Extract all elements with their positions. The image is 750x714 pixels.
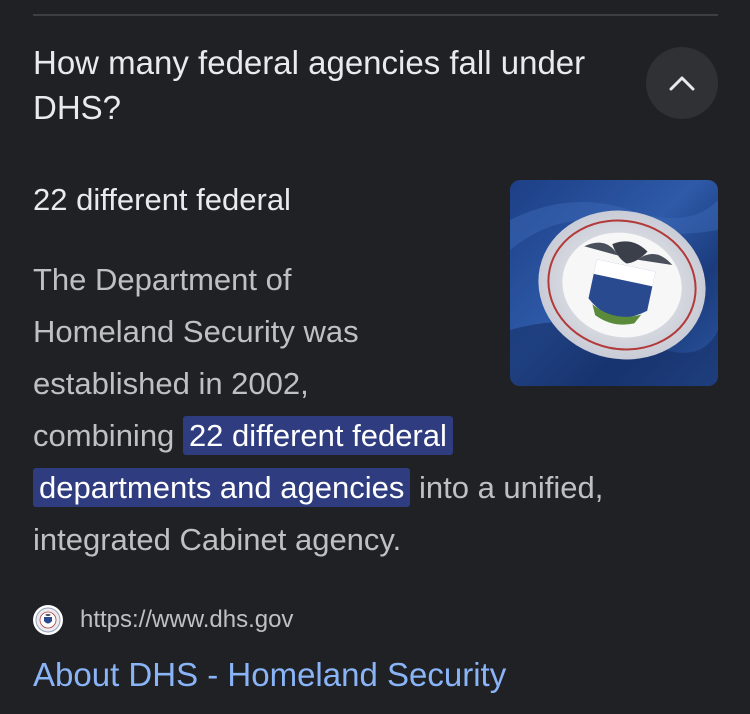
snippet-text: combining	[33, 418, 175, 453]
snippet-highlight: 22 different federal	[182, 416, 453, 455]
source-url[interactable]: https://www.dhs.gov	[80, 606, 293, 634]
snippet-line: integrated Cabinet agency.	[33, 522, 402, 557]
top-divider	[33, 14, 718, 16]
snippet-text: into a unified,	[418, 470, 604, 505]
short-answer: 22 different federal	[33, 182, 291, 217]
snippet-line: established in 2002,	[33, 366, 309, 401]
chevron-up-icon	[667, 73, 697, 93]
result-title-link[interactable]: About DHS - Homeland Security	[33, 654, 506, 696]
dhs-seal-icon	[33, 605, 63, 635]
source-link[interactable]: https://www.dhs.gov	[33, 603, 293, 637]
snippet-line: departments and agencies into a unified,	[33, 462, 733, 514]
snippet-line: combining 22 different federal	[33, 410, 733, 462]
snippet-line: The Department of	[33, 262, 292, 297]
snippet-text-bottom: combining 22 different federal departmen…	[33, 410, 733, 566]
snippet-line: Homeland Security was	[33, 314, 359, 349]
snippet-text-top: The Department of Homeland Security was …	[33, 254, 493, 410]
snippet-highlight: departments and agencies	[33, 468, 411, 507]
faq-question[interactable]: How many federal agencies fall under DHS…	[33, 40, 613, 130]
dhs-seal-image[interactable]	[510, 180, 718, 386]
collapse-button[interactable]	[646, 47, 718, 119]
